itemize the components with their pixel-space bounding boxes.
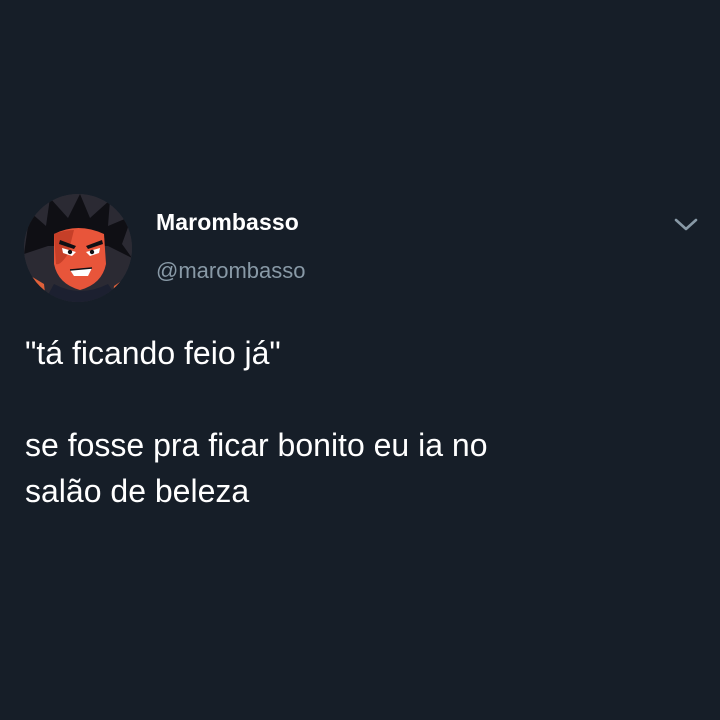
tweet-text-line: se fosse pra ficar bonito eu ia no [25, 427, 488, 463]
paragraph-break [25, 376, 685, 422]
user-handle[interactable]: @marombasso [156, 258, 306, 284]
chevron-down-icon[interactable] [672, 212, 700, 236]
avatar[interactable] [24, 194, 132, 302]
display-name[interactable]: Marombasso [156, 209, 299, 236]
tweet-text: "tá ficando feio já" se fosse pra ficar … [25, 330, 685, 514]
tweet-text-line: "tá ficando feio já" [25, 335, 281, 371]
tweet-text-line: salão de beleza [25, 473, 250, 509]
anime-character-avatar-icon [24, 194, 132, 302]
tweet-card: Marombasso @marombasso "tá ficando feio … [0, 0, 720, 720]
